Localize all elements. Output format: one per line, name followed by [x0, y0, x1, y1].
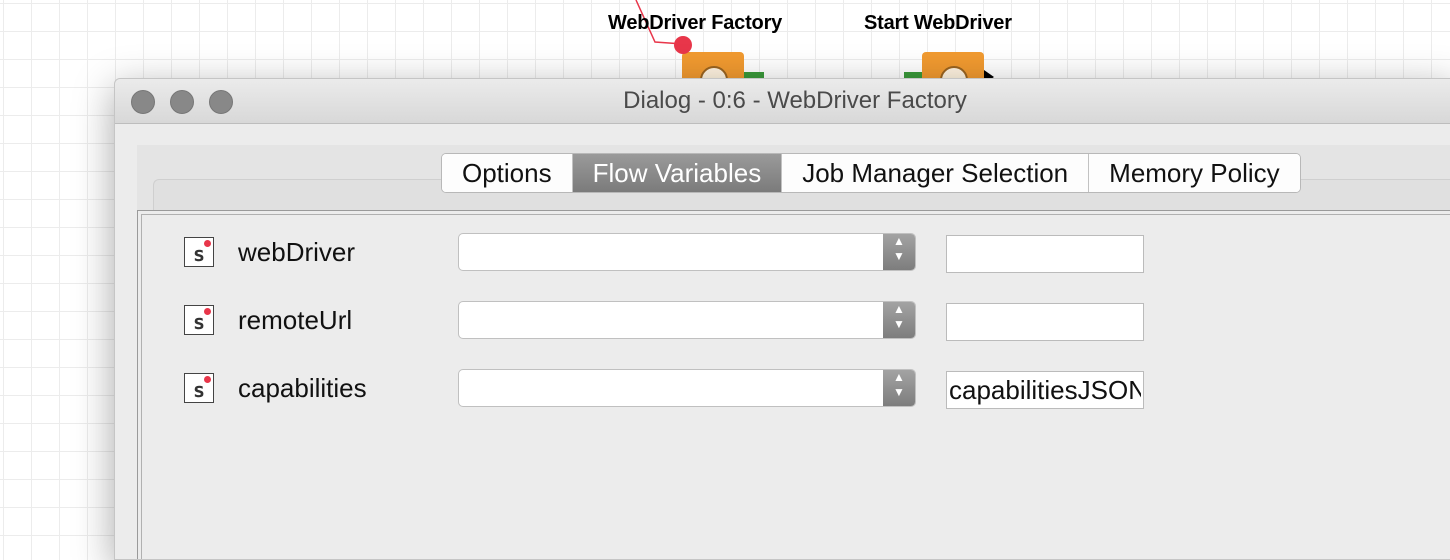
variable-name-input[interactable]	[946, 235, 1144, 273]
tab-flow-variables[interactable]: Flow Variables	[572, 154, 783, 192]
variable-flag-dot	[204, 240, 211, 247]
string-variable-icon: s	[184, 305, 214, 335]
string-variable-icon: s	[184, 373, 214, 403]
variable-flag-dot	[204, 376, 211, 383]
tab-memory-policy[interactable]: Memory Policy	[1089, 154, 1300, 192]
dialog-window: Dialog - 0:6 - WebDriver Factory Options…	[114, 78, 1450, 560]
tab-options[interactable]: Options	[442, 154, 573, 192]
node-label-start-webdriver: Start WebDriver	[864, 12, 1012, 34]
tab-job-manager-selection[interactable]: Job Manager Selection	[782, 154, 1090, 192]
variable-select[interactable]: ▲ ▼	[458, 301, 916, 339]
variable-name: capabilities	[238, 373, 367, 403]
variable-select[interactable]: ▲ ▼	[458, 233, 916, 271]
title-bar[interactable]: Dialog - 0:6 - WebDriver Factory	[115, 79, 1450, 124]
string-variable-icon: s	[184, 237, 214, 267]
flow-variable-row-remoteurl: s remoteUrl ▲ ▼	[142, 301, 1450, 341]
variable-name: remoteUrl	[238, 305, 353, 335]
updown-chevron-icon[interactable]: ▲ ▼	[883, 234, 915, 270]
variable-flag-dot	[204, 308, 211, 315]
updown-chevron-icon[interactable]: ▲ ▼	[883, 302, 915, 338]
variable-name-input[interactable]	[946, 303, 1144, 341]
variable-name-input[interactable]	[946, 371, 1144, 409]
flow-variables-panel: s webDriver ▲ ▼ s remoteUrl ▲ ▼ s capabi…	[137, 210, 1450, 559]
updown-chevron-icon[interactable]: ▲ ▼	[883, 370, 915, 406]
flow-variables-inner: s webDriver ▲ ▼ s remoteUrl ▲ ▼ s capabi…	[141, 214, 1450, 559]
variable-name: webDriver	[238, 237, 356, 267]
connection-dot	[674, 36, 692, 54]
variable-select[interactable]: ▲ ▼	[458, 369, 916, 407]
tab-bar: Options Flow Variables Job Manager Selec…	[441, 153, 1301, 193]
flow-variable-row-webdriver: s webDriver ▲ ▼	[142, 233, 1450, 273]
flow-variable-row-capabilities: s capabilities ▲ ▼	[142, 369, 1450, 409]
window-title: Dialog - 0:6 - WebDriver Factory	[623, 87, 967, 114]
node-label-webdriver-factory: WebDriver Factory	[608, 12, 783, 34]
